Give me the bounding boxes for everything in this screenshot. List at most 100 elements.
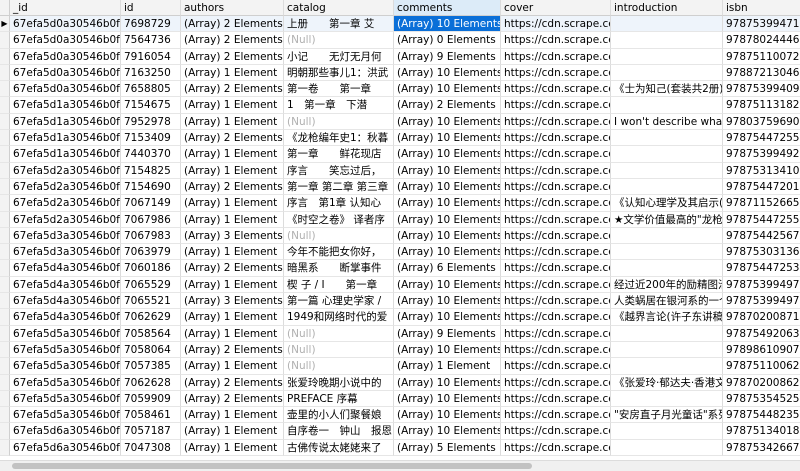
cell-cover[interactable]: https://cdn.scrape.cente bbox=[501, 325, 611, 342]
cell-comments[interactable]: (Array) 0 Elements bbox=[394, 32, 501, 49]
cell-catalog[interactable]: 序言 第1章 认知心 bbox=[284, 195, 394, 212]
row-selector[interactable] bbox=[0, 423, 10, 440]
table-row[interactable]: 67efa5d2a30546b0f3cb97154825(Array) 1 El… bbox=[0, 162, 800, 179]
cell-catalog[interactable]: 第一章 鲜花现店 bbox=[284, 146, 394, 163]
cell-isbn[interactable]: 97875134018 bbox=[723, 423, 800, 440]
column-header-cover[interactable]: cover bbox=[501, 0, 611, 16]
cell-id[interactable]: 7060186 bbox=[121, 260, 181, 277]
cell-catalog[interactable]: 1 第一章 下潜 bbox=[284, 97, 394, 114]
cell-_id[interactable]: 67efa5d5a30546b0f3cb9 bbox=[10, 390, 121, 408]
cell-authors[interactable]: (Array) 1 Element bbox=[181, 211, 284, 228]
cell-authors[interactable]: (Array) 2 Elements bbox=[181, 178, 284, 196]
cell-_id[interactable]: 67efa5d2a30546b0f3cb9 bbox=[10, 178, 121, 196]
cell-id[interactable]: 7058064 bbox=[121, 341, 181, 359]
cell-isbn[interactable]: 97875342667 bbox=[723, 440, 800, 457]
cell-_id[interactable]: 67efa5d3a30546b0f3cb9 bbox=[10, 244, 121, 261]
row-selector[interactable] bbox=[0, 97, 10, 114]
cell-comments[interactable]: (Array) 10 Elements bbox=[394, 178, 501, 196]
column-header-id[interactable]: id bbox=[121, 0, 181, 16]
table-row[interactable]: 67efa5d2a30546b0f3cb97067149(Array) 1 El… bbox=[0, 195, 800, 212]
cell-cover[interactable]: https://cdn.scrape.cente bbox=[501, 358, 611, 375]
cell-comments[interactable]: (Array) 10 Elements bbox=[394, 81, 501, 98]
cell-cover[interactable]: https://cdn.scrape.cente bbox=[501, 16, 611, 33]
cell-_id[interactable]: 67efa5d5a30546b0f3cb9 bbox=[10, 325, 121, 342]
cell-comments[interactable]: (Array) 10 Elements bbox=[394, 374, 501, 391]
row-selector[interactable] bbox=[0, 195, 10, 212]
cell-authors[interactable]: (Array) 2 Elements bbox=[181, 81, 284, 98]
cell-authors[interactable]: (Array) 1 Element bbox=[181, 423, 284, 440]
cell-id[interactable]: 7163250 bbox=[121, 64, 181, 82]
column-header-_id[interactable]: _id bbox=[10, 0, 121, 16]
cell-introduction[interactable] bbox=[611, 423, 723, 440]
cell-_id[interactable]: 67efa5d4a30546b0f3cb9 bbox=[10, 260, 121, 277]
row-selector[interactable] bbox=[0, 244, 10, 261]
table-row[interactable]: 67efa5d0a30546b0f3cb97163250(Array) 1 El… bbox=[0, 64, 800, 82]
row-selector[interactable] bbox=[0, 341, 10, 359]
cell-_id[interactable]: 67efa5d3a30546b0f3cb9 bbox=[10, 227, 121, 245]
cell-catalog[interactable]: 第一篇 心理史学家 / bbox=[284, 293, 394, 310]
table-row[interactable]: 67efa5d4a30546b0f3cb97065521(Array) 3 El… bbox=[0, 293, 800, 310]
cell-id[interactable]: 7698729 bbox=[121, 16, 181, 33]
cell-introduction[interactable]: 《越界言论(许子东讲稿(第 bbox=[611, 309, 723, 326]
cell-_id[interactable]: 67efa5d1a30546b0f3cb9 bbox=[10, 97, 121, 114]
cell-isbn[interactable]: 97875354525 bbox=[723, 391, 800, 408]
cell-id[interactable]: 7063979 bbox=[121, 244, 181, 261]
cell-_id[interactable]: 67efa5d1a30546b0f3cb9 bbox=[10, 113, 121, 131]
table-row[interactable]: 67efa5d5a30546b0f3cb97059909(Array) 2 El… bbox=[0, 390, 800, 408]
row-selector[interactable] bbox=[0, 407, 10, 424]
cell-isbn[interactable]: 97875303136 bbox=[723, 244, 800, 261]
row-selector[interactable] bbox=[0, 113, 10, 131]
row-selector[interactable] bbox=[0, 146, 10, 163]
cell-catalog[interactable]: (Null) bbox=[284, 358, 394, 375]
cell-cover[interactable]: https://cdn.scrape.cente bbox=[501, 374, 611, 391]
cell-catalog[interactable]: (Null) bbox=[284, 113, 394, 131]
cell-id[interactable]: 7067149 bbox=[121, 195, 181, 212]
cell-isbn[interactable]: 97875399471 bbox=[723, 16, 800, 33]
cell-id[interactable]: 7440370 bbox=[121, 146, 181, 163]
table-row[interactable]: 67efa5d5a30546b0f3cb97058461(Array) 1 El… bbox=[0, 407, 800, 424]
cell-isbn[interactable]: 97875447201 bbox=[723, 179, 800, 196]
cell-authors[interactable]: (Array) 1 Element bbox=[181, 439, 284, 457]
cell-catalog[interactable]: 今年不能把女你好， bbox=[284, 244, 394, 261]
row-selector[interactable] bbox=[0, 293, 10, 310]
cell-id[interactable]: 7065529 bbox=[121, 276, 181, 294]
table-row[interactable]: 67efa5d1a30546b0f3cb97952978(Array) 1 El… bbox=[0, 113, 800, 131]
column-header-introduction[interactable]: introduction bbox=[611, 0, 723, 16]
table-row[interactable]: 67efa5d5a30546b0f3cb97058064(Array) 2 El… bbox=[0, 341, 800, 359]
cell-catalog[interactable]: (Null) bbox=[284, 341, 394, 359]
cell-introduction[interactable] bbox=[611, 325, 723, 342]
cell-catalog[interactable]: 《时空之卷》 译者序 bbox=[284, 211, 394, 228]
cell-comments[interactable]: (Array) 10 Elements bbox=[394, 276, 501, 294]
cell-isbn[interactable]: 97898610907 bbox=[723, 342, 800, 359]
cell-authors[interactable]: (Array) 1 Element bbox=[181, 325, 284, 342]
cell-comments[interactable]: (Array) 10 Elements bbox=[394, 195, 501, 212]
cell-_id[interactable]: 67efa5d5a30546b0f3cb9 bbox=[10, 374, 121, 391]
cell-isbn[interactable]: 97875399492 bbox=[723, 146, 800, 163]
cell-_id[interactable]: 67efa5d4a30546b0f3cb9 bbox=[10, 293, 121, 310]
cell-cover[interactable]: https://cdn.scrape.cente bbox=[501, 423, 611, 440]
cell-isbn[interactable]: 97875399497 bbox=[723, 277, 800, 294]
cell-authors[interactable]: (Array) 2 Elements bbox=[181, 374, 284, 391]
cell-cover[interactable]: https://cdn.scrape.cente bbox=[501, 81, 611, 98]
row-selector[interactable] bbox=[0, 211, 10, 228]
cell-catalog[interactable]: 楔 子 / I 第一章 bbox=[284, 276, 394, 294]
cell-isbn[interactable]: 97875447255 bbox=[723, 212, 800, 228]
column-header-catalog[interactable]: catalog bbox=[284, 0, 394, 16]
cell-isbn[interactable]: 97875113182 bbox=[723, 97, 800, 114]
cell-introduction[interactable] bbox=[611, 130, 723, 147]
row-selector[interactable] bbox=[0, 390, 10, 408]
cell-introduction[interactable] bbox=[611, 260, 723, 277]
cell-authors[interactable]: (Array) 2 Elements bbox=[181, 390, 284, 408]
cell-catalog[interactable]: PREFACE 序幕 bbox=[284, 390, 394, 408]
cell-comments[interactable]: (Array) 10 Elements bbox=[394, 309, 501, 326]
table-row[interactable]: 67efa5d3a30546b0f3cb97067983(Array) 3 El… bbox=[0, 227, 800, 245]
cell-authors[interactable]: (Array) 2 Elements bbox=[181, 32, 284, 49]
cell-catalog[interactable]: 小记 无灯无月何 bbox=[284, 48, 394, 65]
cell-_id[interactable]: 67efa5d2a30546b0f3cb9 bbox=[10, 211, 121, 228]
table-row[interactable]: 67efa5d3a30546b0f3cb97063979(Array) 1 El… bbox=[0, 244, 800, 261]
cell-id[interactable]: 7059909 bbox=[121, 390, 181, 408]
cell-authors[interactable]: (Array) 1 Element bbox=[181, 64, 284, 82]
cell-introduction[interactable] bbox=[611, 178, 723, 196]
cell-comments[interactable]: (Array) 10 Elements bbox=[394, 130, 501, 147]
row-selector[interactable] bbox=[0, 178, 10, 196]
